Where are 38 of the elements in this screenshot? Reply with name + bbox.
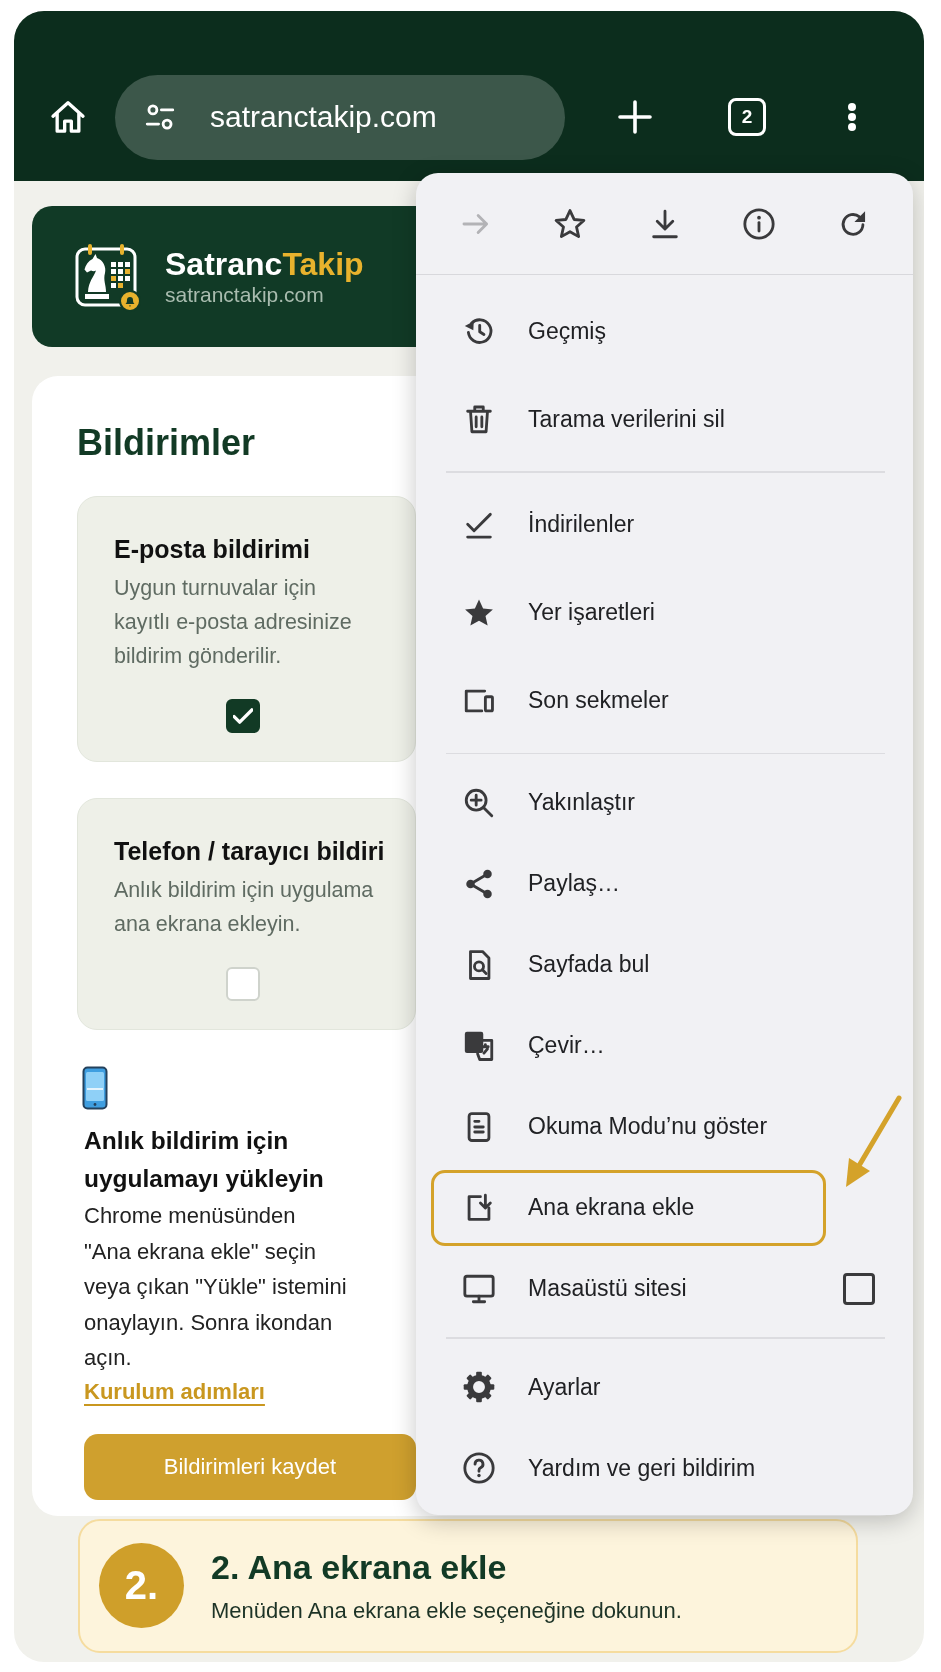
menu-item[interactable]: Paylaş…	[431, 845, 826, 922]
phone-icon	[82, 1066, 108, 1110]
checkmark-icon	[233, 708, 253, 724]
menu-item[interactable]: Çevir…	[431, 1007, 826, 1084]
menu-item[interactable]: Tarama verilerini sil	[431, 381, 826, 457]
menu-item[interactable]: Yer işaretleri	[431, 574, 826, 651]
option-title: E-posta bildirimi	[114, 534, 310, 565]
option-title: Telefon / tarayıcı bildiri	[114, 836, 385, 867]
settings-icon	[462, 1370, 496, 1404]
menu-item[interactable]: Geçmiş	[431, 293, 826, 369]
option-description: Uygun turnuvalar için kayıtlı e-posta adresinize bildirim gönderilir.	[114, 575, 352, 670]
info-icon[interactable]	[741, 206, 776, 241]
menu-item[interactable]: Ayarlar	[431, 1349, 826, 1425]
address-bar[interactable]: satranctakip.com	[115, 74, 565, 160]
checkbox[interactable]	[226, 699, 260, 733]
install-instructions: Chrome menüsünden "Ana ekrana ekle" seçin veya çıkan "Yükle" istemini onaylayın. Sonra ikondan açın.	[84, 1202, 347, 1372]
panel-title: Bildirimler	[77, 421, 256, 465]
menu-item[interactable]: Yakınlaştır	[431, 764, 826, 841]
step-number: 2.	[99, 1543, 184, 1628]
checkbox[interactable]	[843, 1272, 875, 1305]
help-icon	[462, 1451, 496, 1485]
step-title: 2. Ana ekrana ekle	[211, 1546, 507, 1588]
menu-item[interactable]: İndirilenler	[431, 486, 826, 563]
option-description: Anlık bildirim için uygulama ana ekrana ekleyin.	[114, 877, 374, 938]
menu-icon[interactable]	[847, 102, 857, 132]
star-icon[interactable]	[553, 206, 588, 241]
menu-item[interactable]: Yardım ve geri bildirim	[431, 1430, 826, 1506]
menu-item[interactable]: Masaüstü sitesi	[431, 1250, 826, 1327]
menu-item[interactable]: Ana ekrana ekle	[431, 1169, 826, 1246]
menu-item[interactable]: Sayfada bul	[431, 926, 826, 1003]
plus-icon[interactable]	[617, 99, 653, 135]
brand-name: SatrancTakip	[165, 245, 364, 282]
menu-item[interactable]: Son sekmeler	[431, 662, 826, 739]
site-domain: satranctakip.com	[165, 282, 325, 308]
tab-count-button[interactable]: 2	[728, 98, 766, 136]
step-text: Menüden Ana ekrana ekle seçeneğine dokunun.	[211, 1596, 682, 1625]
install-title: Anlık bildirim için uygulamayı yükleyin	[84, 1126, 325, 1194]
menu-item[interactable]: Okuma Modu’nu göster	[431, 1088, 826, 1165]
